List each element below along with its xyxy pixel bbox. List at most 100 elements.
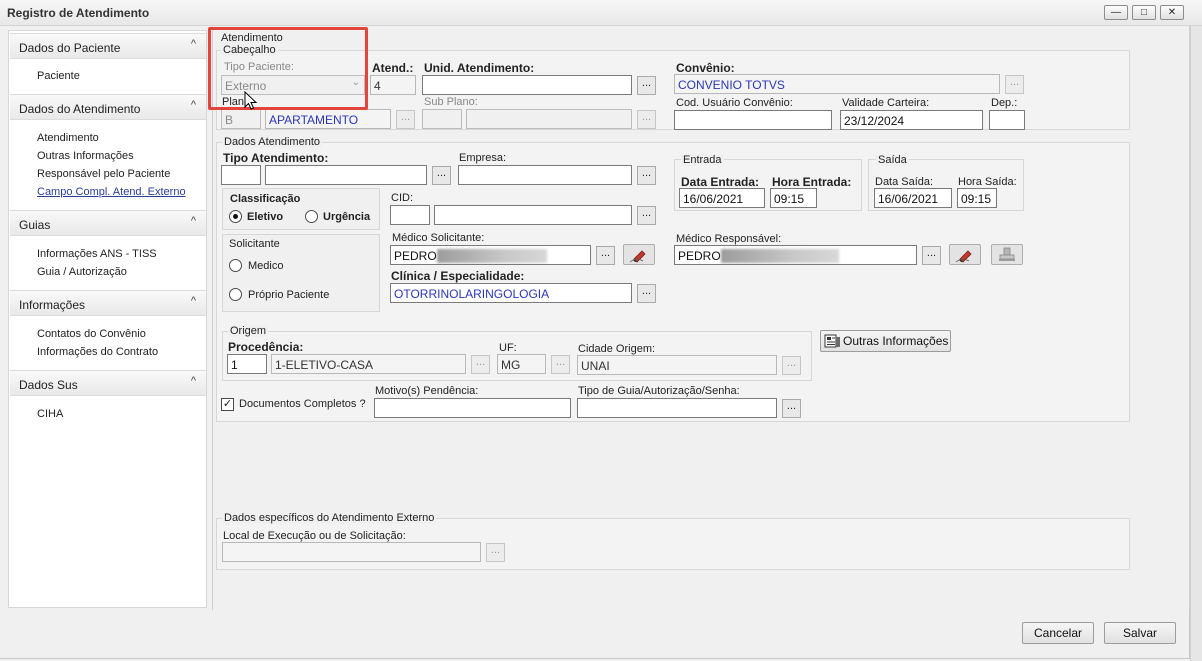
redacted-name <box>721 249 839 263</box>
medico-solicitante-field[interactable]: PEDRO <box>390 245 591 265</box>
edit-medico-responsavel-button[interactable] <box>949 244 981 265</box>
cidade-origem-field[interactable]: UNAI <box>577 355 777 375</box>
atend-field[interactable]: 4 <box>370 75 416 95</box>
tipo-guia-lookup-button[interactable]: ... <box>782 399 801 418</box>
hora-saida-field[interactable]: 09:15 <box>957 188 997 208</box>
clinica-lookup-button[interactable]: ... <box>637 284 656 303</box>
hora-entrada-label: Hora Entrada: <box>772 175 852 189</box>
convenio-field[interactable]: CONVENIO TOTVS <box>674 74 1000 94</box>
urgencia-radio[interactable] <box>305 210 318 223</box>
medico-label[interactable]: Medico <box>248 260 283 272</box>
local-execucao-lookup-button[interactable]: ... <box>486 543 505 562</box>
tipo-guia-field[interactable] <box>577 398 777 418</box>
plano-field[interactable]: APARTAMENTO <box>265 109 391 129</box>
sidebar-item-campo-compl[interactable]: Campo Compl. Atend. Externo <box>37 186 186 198</box>
sidebar-section-dados-sus[interactable]: Dados Sus ^ <box>10 370 206 396</box>
edit-medico-solicitante-button[interactable] <box>623 244 655 265</box>
cabecalho-group-title: Cabeçalho <box>221 44 278 56</box>
sidebar-item-guia-autorizacao[interactable]: Guia / Autorização <box>37 266 127 278</box>
chevron-up-icon[interactable]: ^ <box>191 99 196 111</box>
subplano-field[interactable] <box>466 109 632 129</box>
proprio-paciente-radio[interactable] <box>229 288 242 301</box>
save-button[interactable]: Salvar <box>1104 622 1176 644</box>
sidebar-section-guias[interactable]: Guias ^ <box>10 210 206 236</box>
maximize-button[interactable]: □ <box>1132 5 1156 20</box>
unid-atendimento-field[interactable] <box>422 75 632 95</box>
dep-field[interactable] <box>989 110 1025 130</box>
procedencia-field[interactable]: 1-ELETIVO-CASA <box>271 354 466 374</box>
close-button[interactable]: ✕ <box>1160 5 1184 20</box>
sidebar-item-paciente[interactable]: Paciente <box>37 70 80 82</box>
urgencia-label[interactable]: Urgência <box>323 211 370 223</box>
sidebar-item-ans-tiss[interactable]: Informações ANS - TISS <box>37 248 157 260</box>
sidebar-item-atendimento[interactable]: Atendimento <box>37 132 99 144</box>
cid-field[interactable] <box>434 205 632 225</box>
sidebar-section-title: Dados do Paciente <box>19 41 121 55</box>
procedencia-code-field[interactable]: 1 <box>227 354 267 374</box>
tipo-guia-label: Tipo de Guia/Autorização/Senha: <box>578 385 740 397</box>
tipo-atendimento-field[interactable] <box>265 165 427 185</box>
cid-code-field[interactable] <box>390 205 430 225</box>
pen-edit-icon <box>955 250 972 263</box>
tipo-atendimento-code-field[interactable] <box>221 165 261 185</box>
documentos-completos-label[interactable]: Documentos Completos ? <box>239 398 366 410</box>
cid-label: CID: <box>391 192 413 204</box>
local-execucao-field[interactable] <box>222 542 481 562</box>
data-entrada-field[interactable]: 16/06/2021 <box>679 188 765 208</box>
sidebar-item-responsavel[interactable]: Responsável pelo Paciente <box>37 168 170 180</box>
medico-solicitante-label: Médico Solicitante: <box>392 232 485 244</box>
uf-field[interactable]: MG <box>497 354 546 374</box>
stamp-button[interactable] <box>991 244 1023 265</box>
sidebar-item-contatos-convenio[interactable]: Contatos do Convênio <box>37 328 146 340</box>
sidebar-item-ciha[interactable]: CIHA <box>37 408 63 420</box>
unid-lookup-button[interactable]: ... <box>637 76 656 95</box>
subplano-code-field[interactable] <box>422 109 462 129</box>
medico-responsavel-field[interactable]: PEDRO <box>674 245 917 265</box>
tipo-atendimento-lookup-button[interactable]: ... <box>432 166 451 185</box>
window-titlebar: Registro de Atendimento — □ ✕ <box>0 0 1202 26</box>
sidebar-section-informacoes[interactable]: Informações ^ <box>10 290 206 316</box>
minimize-button[interactable]: — <box>1104 5 1128 20</box>
convenio-lookup-button[interactable]: ... <box>1005 75 1024 94</box>
motivo-pendencia-field[interactable] <box>374 398 571 418</box>
convenio-label: Convênio: <box>676 61 735 75</box>
medico-responsavel-lookup-button[interactable]: ... <box>922 246 941 265</box>
medico-solicitante-lookup-button[interactable]: ... <box>596 246 615 265</box>
sidebar-item-outras-informacoes[interactable]: Outras Informações <box>37 150 134 162</box>
medico-radio[interactable] <box>229 259 242 272</box>
procedencia-lookup-button[interactable]: ... <box>471 355 490 374</box>
saida-title: Saída <box>876 154 909 166</box>
sidebar-section-dados-atendimento[interactable]: Dados do Atendimento ^ <box>10 94 206 120</box>
validade-carteira-field[interactable]: 23/12/2024 <box>840 110 983 130</box>
chevron-up-icon[interactable]: ^ <box>191 38 196 50</box>
chevron-up-icon[interactable]: ^ <box>191 295 196 307</box>
documentos-completos-checkbox[interactable]: ✓ <box>221 398 234 411</box>
eletivo-radio[interactable] <box>229 210 242 223</box>
sidebar-section-title: Informações <box>19 298 86 312</box>
hora-entrada-field[interactable]: 09:15 <box>770 188 817 208</box>
chevron-up-icon[interactable]: ^ <box>191 375 196 387</box>
empresa-field[interactable] <box>458 165 632 185</box>
sidebar-section-dados-paciente[interactable]: Dados do Paciente ^ <box>10 33 206 59</box>
cod-usuario-field[interactable] <box>674 110 832 130</box>
uf-lookup-button[interactable]: ... <box>551 355 570 374</box>
sidebar: Dados do Paciente ^ Paciente Dados do At… <box>8 30 207 608</box>
empresa-lookup-button[interactable]: ... <box>637 166 656 185</box>
data-saida-field[interactable]: 16/06/2021 <box>874 188 952 208</box>
outras-informacoes-button[interactable]: Outras Informações <box>820 330 951 352</box>
subplano-lookup-button[interactable]: ... <box>637 110 656 129</box>
plano-lookup-button[interactable]: ... <box>396 110 415 129</box>
proprio-paciente-label[interactable]: Próprio Paciente <box>248 289 329 301</box>
data-entrada-label: Data Entrada: <box>681 175 760 189</box>
sidebar-item-info-contrato[interactable]: Informações do Contrato <box>37 346 158 358</box>
outras-informacoes-label: Outras Informações <box>843 334 949 348</box>
cod-usuario-label: Cod. Usuário Convênio: <box>676 97 793 109</box>
cid-lookup-button[interactable]: ... <box>637 206 656 225</box>
plano-code-field[interactable]: B <box>221 109 261 129</box>
cidade-lookup-button[interactable]: ... <box>782 356 801 375</box>
tipo-paciente-select[interactable]: Externo ⌄ <box>221 75 365 95</box>
clinica-especialidade-field[interactable]: OTORRINOLARINGOLOGIA <box>390 283 632 303</box>
cancel-button[interactable]: Cancelar <box>1022 622 1094 644</box>
chevron-up-icon[interactable]: ^ <box>191 215 196 227</box>
eletivo-label[interactable]: Eletivo <box>247 211 283 223</box>
